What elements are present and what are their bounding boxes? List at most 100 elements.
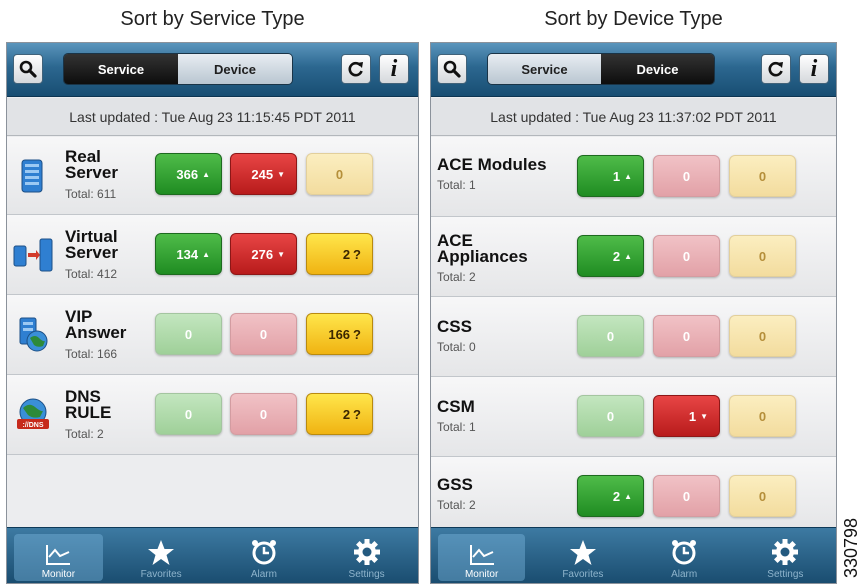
unknown-count-chip[interactable]: 0 [729,235,796,277]
row-title: DNS RULE [65,387,112,422]
virtual-server-icon [13,238,53,271]
up-count-chip[interactable]: 0 [577,315,644,357]
row-title: CSS [437,317,472,336]
left-caption: Sort by Service Type [120,8,305,30]
search-button[interactable] [13,54,43,84]
unknown-count-chip[interactable]: 2? [306,393,373,435]
svg-text:://DNS: ://DNS [23,422,44,429]
unknown-count-chip[interactable]: 0 [306,153,373,195]
tab-monitor[interactable]: Monitor [7,528,110,583]
down-count-chip[interactable]: 0 [653,315,720,357]
tab-alarm[interactable]: Alarm [634,528,735,583]
tab-settings[interactable]: Settings [735,528,836,583]
vip-answer-icon [19,317,48,351]
service-tab[interactable]: Service [488,54,601,84]
unknown-count-chip[interactable]: 0 [729,315,796,357]
top-toolbar: Service Device i [431,43,836,97]
last-updated: Last updated : Tue Aug 23 11:15:45 PDT 2… [7,98,418,136]
down-count-chip[interactable]: 245 ▼ [230,153,297,195]
service-tab[interactable]: Service [64,54,178,84]
row-title: ACE Modules [437,155,547,174]
refresh-icon [348,61,363,77]
star-icon [148,540,175,565]
service-device-toggle: Service Device [63,53,293,85]
info-button[interactable]: i [379,54,409,84]
list-item-csm[interactable]: CSM Total: 1 0 1 ▼ 0 [431,377,836,457]
up-count-chip[interactable]: 0 [155,313,222,355]
service-device-toggle: Service Device [487,53,715,85]
unknown-count-chip[interactable]: 166? [306,313,373,355]
dns-rule-icon: ://DNS [17,398,49,429]
list-item-css[interactable]: CSS Total: 0 0 0 0 [431,297,836,377]
down-count-chip[interactable]: 0 [653,155,720,197]
monitor-icon [469,545,494,565]
device-type-screen: Service Device i Last updated : Tue Aug … [430,42,837,584]
figure-id: 330798 [841,518,861,578]
refresh-button[interactable] [761,54,791,84]
row-total: Total: 0 [437,340,476,354]
row-title: GSS [437,475,473,494]
search-icon [443,60,461,78]
tab-favorites[interactable]: Favorites [532,528,633,583]
tab-settings[interactable]: Settings [315,528,418,583]
star-icon [569,540,596,565]
device-tab[interactable]: Device [178,54,292,84]
row-title: ACE Appliances [437,231,528,266]
down-count-chip[interactable]: 276 ▼ [230,233,297,275]
bottom-tab-bar: Monitor Favorites Alarm Settings [7,527,418,583]
monitor-icon [46,545,71,565]
unknown-count-chip[interactable]: 0 [729,155,796,197]
list-item-real-server[interactable]: Real Server Total: 611 366 ▲ 245 ▼ 0 [7,137,418,215]
gear-icon [353,539,380,565]
alarm-clock-icon [251,540,276,565]
list-item-ace-appliances[interactable]: ACE Appliances Total: 2 2 ▲ 0 0 [431,217,836,297]
real-server-icon [21,159,43,192]
down-count-chip[interactable]: 0 [230,313,297,355]
up-count-chip[interactable]: 134 ▲ [155,233,222,275]
svg-text:330798: 330798 [841,518,861,578]
up-count-chip[interactable]: 2 ▲ [577,475,644,517]
down-count-chip[interactable]: 0 [653,475,720,517]
up-count-chip[interactable]: 2 ▲ [577,235,644,277]
info-button[interactable]: i [799,54,829,84]
list-item-dns-rule[interactable]: ://DNS DNS RULE Total: 2 0 0 2? [7,375,418,455]
row-title: Real Server [65,147,118,182]
unknown-count-chip[interactable]: 0 [729,395,796,437]
refresh-button[interactable] [341,54,371,84]
service-type-screen: Service Device i Last updated : Tue Aug … [6,42,419,584]
up-count-chip[interactable]: 366 ▲ [155,153,222,195]
unknown-count-chip[interactable]: 0 [729,475,796,517]
list-item-gss[interactable]: GSS Total: 2 2 ▲ 0 0 [431,457,836,529]
up-count-chip[interactable]: 0 [155,393,222,435]
bottom-tab-bar: Monitor Favorites Alarm Settings [431,527,836,583]
tab-monitor[interactable]: Monitor [431,528,532,583]
down-count-chip[interactable]: 1 ▼ [653,395,720,437]
unknown-count-chip[interactable]: 2? [306,233,373,275]
search-icon [19,60,37,78]
tab-favorites[interactable]: Favorites [110,528,213,583]
row-title: VIP Answer [65,307,127,342]
top-toolbar: Service Device i [7,43,418,97]
up-count-chip[interactable]: 1 ▲ [577,155,644,197]
alarm-clock-icon [672,540,697,565]
refresh-icon [768,61,783,77]
row-title: CSM [437,397,475,416]
list-item-ace-modules[interactable]: ACE Modules Total: 1 1 ▲ 0 0 [431,137,836,217]
row-total: Total: 2 [65,427,104,441]
gear-icon [772,539,799,565]
row-total: Total: 166 [65,347,118,361]
search-button[interactable] [437,54,467,84]
down-count-chip[interactable]: 0 [653,235,720,277]
info-icon: i [810,56,818,82]
row-total: Total: 1 [437,420,476,434]
right-caption: Sort by Device Type [544,8,723,30]
row-total: Total: 2 [437,270,476,284]
list-item-vip-answer[interactable]: VIP Answer Total: 166 0 0 166? [7,295,418,375]
device-tab[interactable]: Device [601,54,714,84]
up-count-chip[interactable]: 0 [577,395,644,437]
row-total: Total: 2 [437,498,476,512]
down-count-chip[interactable]: 0 [230,393,297,435]
tab-alarm[interactable]: Alarm [213,528,316,583]
list-item-virtual-server[interactable]: Virtual Server Total: 412 134 ▲ 276 ▼ 2? [7,215,418,295]
row-title: Virtual Server [65,227,118,262]
